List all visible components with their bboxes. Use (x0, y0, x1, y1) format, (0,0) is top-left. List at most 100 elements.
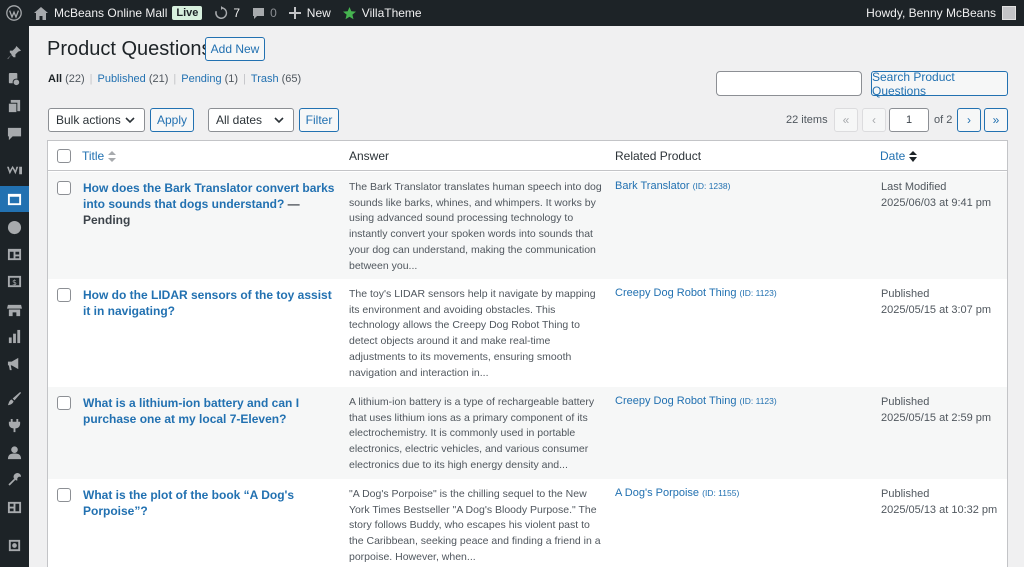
pages-icon[interactable] (0, 93, 29, 119)
question-title-cell: What is a lithium-ion battery and can I … (83, 395, 339, 427)
filter-button[interactable]: Filter (299, 108, 339, 132)
filter-trash-count: (65) (281, 73, 302, 85)
date-cell: Published 2025/05/13 at 10:32 pm (881, 487, 997, 518)
page-title: Product Questions (47, 38, 212, 60)
date-cell: Published 2025/05/15 at 2:59 pm (881, 395, 991, 426)
question-title-cell: How does the Bark Translator convert bar… (83, 180, 339, 228)
comments-menu[interactable]: 0 (246, 0, 283, 26)
product-id: (ID: 1155) (702, 488, 740, 498)
marketing-icon[interactable] (0, 350, 29, 376)
product-column-header: Related Product (615, 149, 702, 163)
current-page-input[interactable]: 1 (889, 108, 929, 132)
title-header-label: Title (82, 149, 105, 163)
site-name-menu[interactable]: McBeans Online Mall Live (28, 0, 208, 26)
related-product-link[interactable]: Creepy Dog Robot Thing (615, 287, 736, 299)
date-status: Last Modified (881, 181, 947, 193)
row-checkbox[interactable] (57, 288, 71, 302)
question-title-link[interactable]: What is a lithium-ion battery and can I … (83, 396, 299, 426)
appearance-icon[interactable] (0, 385, 29, 411)
filter-published[interactable]: Published (21) (97, 73, 168, 85)
related-product-link[interactable]: Bark Translator (615, 180, 690, 192)
related-product: Bark Translator (ID: 1238) (615, 180, 730, 192)
media-icon[interactable] (0, 66, 29, 92)
filter-trash[interactable]: Trash (65) (251, 73, 301, 85)
plugins-icon[interactable] (0, 412, 29, 438)
table-row: What is a lithium-ion battery and can I … (48, 387, 1007, 479)
tools-icon[interactable] (0, 466, 29, 492)
table-row: What is the plot of the book “A Dog's Po… (48, 479, 1007, 567)
filter-published-count: (21) (148, 73, 169, 85)
updates-count: 7 (233, 6, 241, 20)
table-header: Title Answer Related Product Date (48, 141, 1007, 171)
answer-text: The toy's LIDAR sensors help it navigate… (349, 288, 596, 379)
answer-text: "A Dog's Porpoise" is the chilling seque… (349, 488, 601, 563)
sort-icon (108, 151, 117, 162)
money-icon[interactable]: $ (0, 268, 29, 294)
row-checkbox[interactable] (57, 488, 71, 502)
first-page-button[interactable]: « (834, 108, 858, 132)
product-questions-icon[interactable] (0, 186, 34, 212)
filter-all[interactable]: All (22) (48, 73, 85, 85)
next-page-button[interactable]: › (957, 108, 981, 132)
date-column-header[interactable]: Date (880, 149, 918, 163)
main-content: Product Questions Add New All (22) | Publ… (29, 26, 1024, 567)
villatheme-menu[interactable]: VillaTheme (337, 0, 428, 26)
date-cell: Last Modified 2025/06/03 at 9:41 pm (881, 180, 991, 211)
bulk-actions-value: Bulk actions (56, 113, 121, 127)
table-row: How does the Bark Translator convert bar… (48, 172, 1007, 279)
woocommerce-icon[interactable] (0, 157, 29, 183)
related-product-link[interactable]: A Dog's Porpoise (615, 487, 699, 499)
wordpress-logo-icon[interactable] (0, 0, 28, 26)
analytics-icon[interactable] (0, 323, 29, 349)
product-id: (ID: 1123) (739, 288, 777, 298)
status-filters: All (22) | Published (21) | Pending (1) | T… (48, 73, 301, 85)
question-title-link[interactable]: How do the LIDAR sensors of the toy assi… (83, 288, 332, 318)
updates-menu[interactable]: 7 (208, 0, 246, 26)
related-product-link[interactable]: Creepy Dog Robot Thing (615, 395, 736, 407)
row-checkbox[interactable] (57, 396, 71, 410)
updates-icon (215, 6, 228, 19)
filter-all-count: (22) (65, 73, 85, 85)
date-header-label: Date (880, 149, 906, 163)
apply-button[interactable]: Apply (150, 108, 194, 132)
comments-icon[interactable] (0, 120, 29, 146)
store-icon[interactable] (0, 296, 29, 322)
new-label: New (306, 6, 331, 20)
dates-select[interactable]: All dates (208, 108, 294, 132)
my-account-menu[interactable]: Howdy, Benny McBeans (860, 0, 1024, 26)
settings-icon[interactable] (0, 494, 29, 520)
site-name: McBeans Online Mall (54, 6, 168, 20)
items-count: 22 items (786, 114, 828, 126)
layout-icon[interactable] (0, 241, 29, 267)
question-title-link[interactable]: What is the plot of the book “A Dog's Po… (83, 488, 294, 518)
select-all-checkbox[interactable] (57, 149, 71, 163)
answer-text: A lithium-ion battery is a type of recha… (349, 396, 595, 471)
last-page-button[interactable]: » (984, 108, 1008, 132)
admin-bar: McBeans Online Mall Live 7 0 New VillaTh… (0, 0, 1024, 26)
dates-value: All dates (216, 113, 263, 127)
circle-icon[interactable] (0, 214, 29, 240)
bulk-actions-select[interactable]: Bulk actions (48, 108, 145, 132)
new-content-menu[interactable]: New (283, 0, 337, 26)
prev-page-button[interactable]: ‹ (862, 108, 886, 132)
related-product: Creepy Dog Robot Thing (ID: 1123) (615, 395, 777, 407)
product-id: (ID: 1123) (739, 396, 777, 406)
filter-pending-count: (1) (224, 73, 239, 85)
star-icon (342, 6, 356, 19)
pin-icon[interactable] (0, 39, 29, 65)
answer-text: The Bark Translator translates human spe… (349, 181, 602, 272)
date-cell: Published 2025/05/15 at 3:07 pm (881, 287, 991, 318)
users-icon[interactable] (0, 439, 29, 465)
filter-pending[interactable]: Pending (1) (181, 73, 238, 85)
date-value: 2025/05/15 at 3:07 pm (881, 303, 992, 316)
title-column-header[interactable]: Title (82, 149, 117, 163)
date-value: 2025/06/03 at 9:41 pm (881, 196, 992, 209)
search-button[interactable]: Search Product Questions (871, 70, 1008, 98)
filter-published-label: Published (97, 73, 146, 85)
search-input[interactable] (716, 71, 862, 96)
total-pages: of 2 (934, 114, 953, 126)
add-new-button[interactable]: Add New (205, 37, 265, 61)
sort-desc-icon (909, 151, 918, 162)
collapse-menu-icon[interactable] (0, 532, 29, 558)
row-checkbox[interactable] (57, 181, 71, 195)
